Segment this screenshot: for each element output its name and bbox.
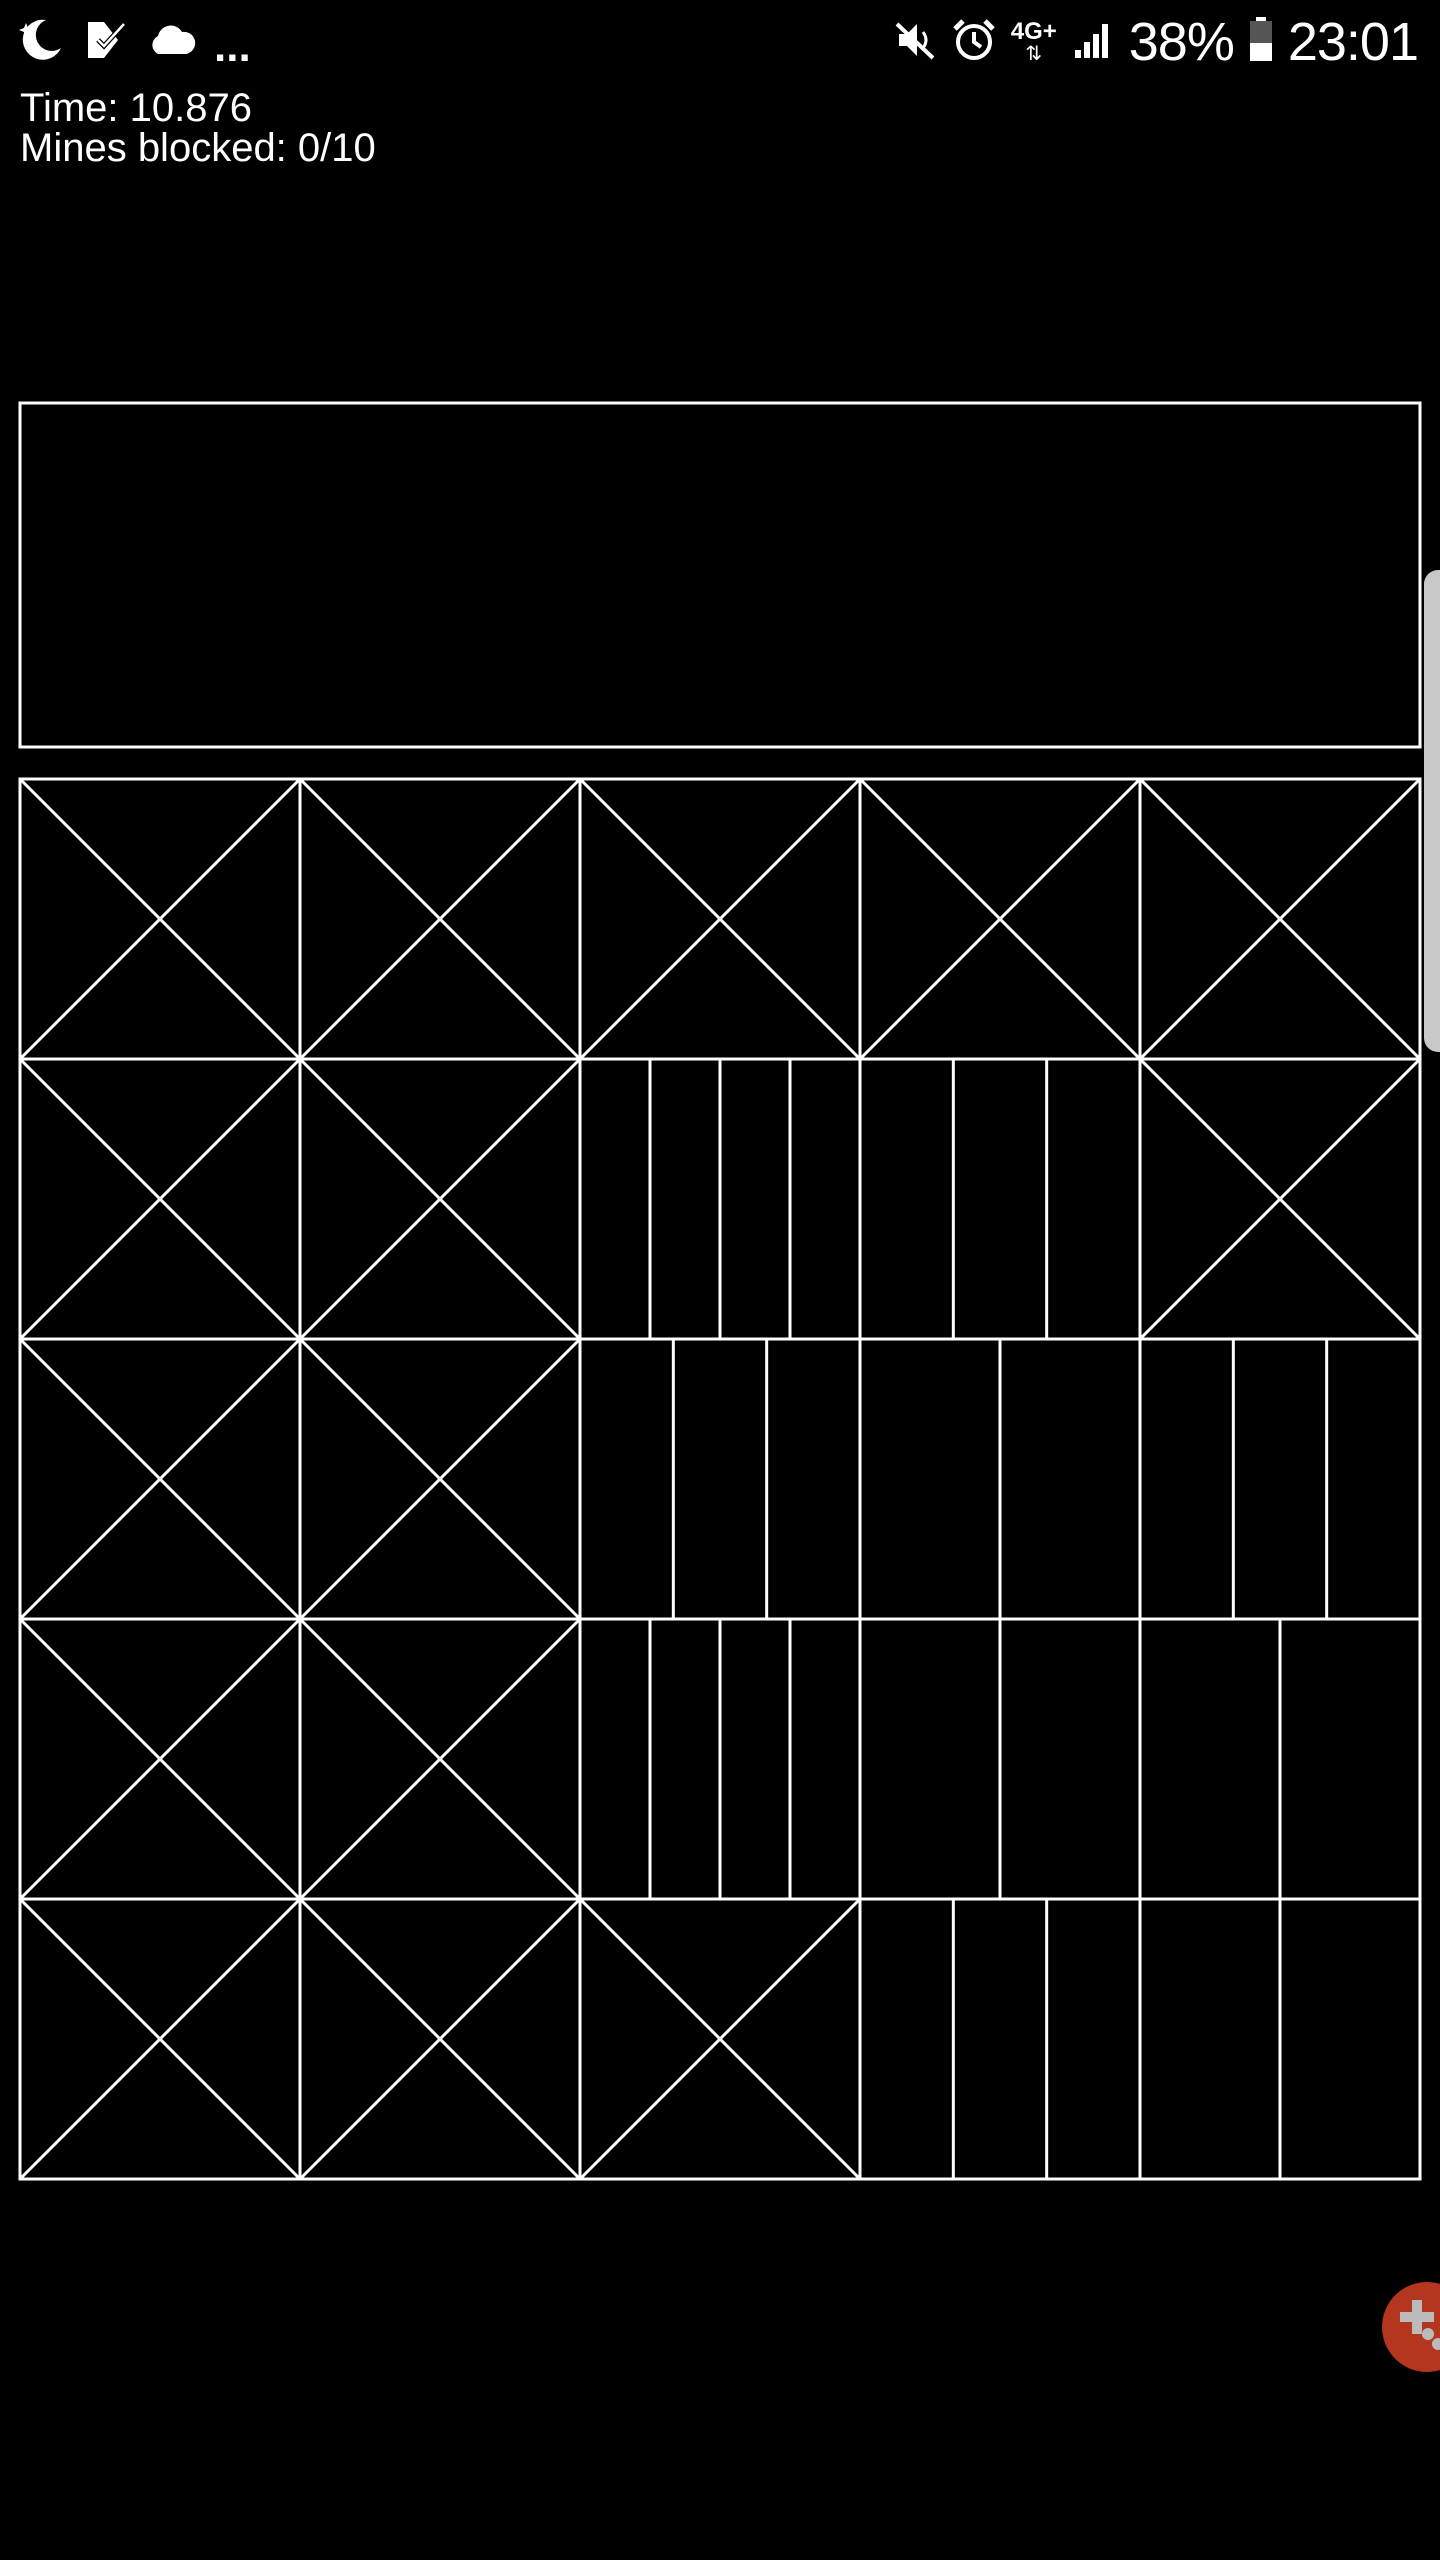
grid-cell[interactable] bbox=[578, 1617, 862, 1901]
piece-tray[interactable] bbox=[18, 401, 1422, 749]
grid-cell[interactable] bbox=[298, 1337, 582, 1621]
grid-cell[interactable] bbox=[298, 1897, 582, 2181]
cell-border bbox=[1138, 1337, 1422, 1621]
grid-cell[interactable] bbox=[1138, 1617, 1422, 1901]
grid-cell[interactable] bbox=[18, 1897, 302, 2181]
grid-cell[interactable] bbox=[298, 1057, 582, 1341]
grid-cell[interactable] bbox=[1138, 1337, 1422, 1621]
cell-border bbox=[858, 1897, 1142, 2181]
grid-cell[interactable] bbox=[18, 1617, 302, 1901]
grid-cell[interactable] bbox=[1138, 1057, 1422, 1341]
grid-cell[interactable] bbox=[858, 1617, 1142, 1901]
gamepad-icon bbox=[1400, 2300, 1440, 2350]
grid-cell[interactable] bbox=[298, 777, 582, 1061]
grid-cell[interactable] bbox=[578, 777, 862, 1061]
grid-cell[interactable] bbox=[1138, 1897, 1422, 2181]
grid-cell[interactable] bbox=[858, 1337, 1142, 1621]
grid-cell[interactable] bbox=[1138, 777, 1422, 1061]
grid-cell[interactable] bbox=[578, 1337, 862, 1621]
grid-cell[interactable] bbox=[858, 777, 1142, 1061]
grid-cell[interactable] bbox=[858, 1897, 1142, 2181]
game-canvas bbox=[18, 401, 1422, 2181]
game-launcher-button[interactable] bbox=[1382, 2282, 1440, 2372]
grid-cell[interactable] bbox=[578, 1897, 862, 2181]
grid-cell[interactable] bbox=[18, 1337, 302, 1621]
edge-panel-handle[interactable] bbox=[1424, 570, 1440, 1052]
grid-cell[interactable] bbox=[858, 1057, 1142, 1341]
grid-cell[interactable] bbox=[298, 1617, 582, 1901]
grid-cell[interactable] bbox=[578, 1057, 862, 1341]
mine-grid bbox=[18, 777, 1422, 2181]
cell-border bbox=[578, 1337, 862, 1621]
grid-cell[interactable] bbox=[18, 1057, 302, 1341]
cell-border bbox=[858, 1057, 1142, 1341]
grid-cell[interactable] bbox=[18, 777, 302, 1061]
